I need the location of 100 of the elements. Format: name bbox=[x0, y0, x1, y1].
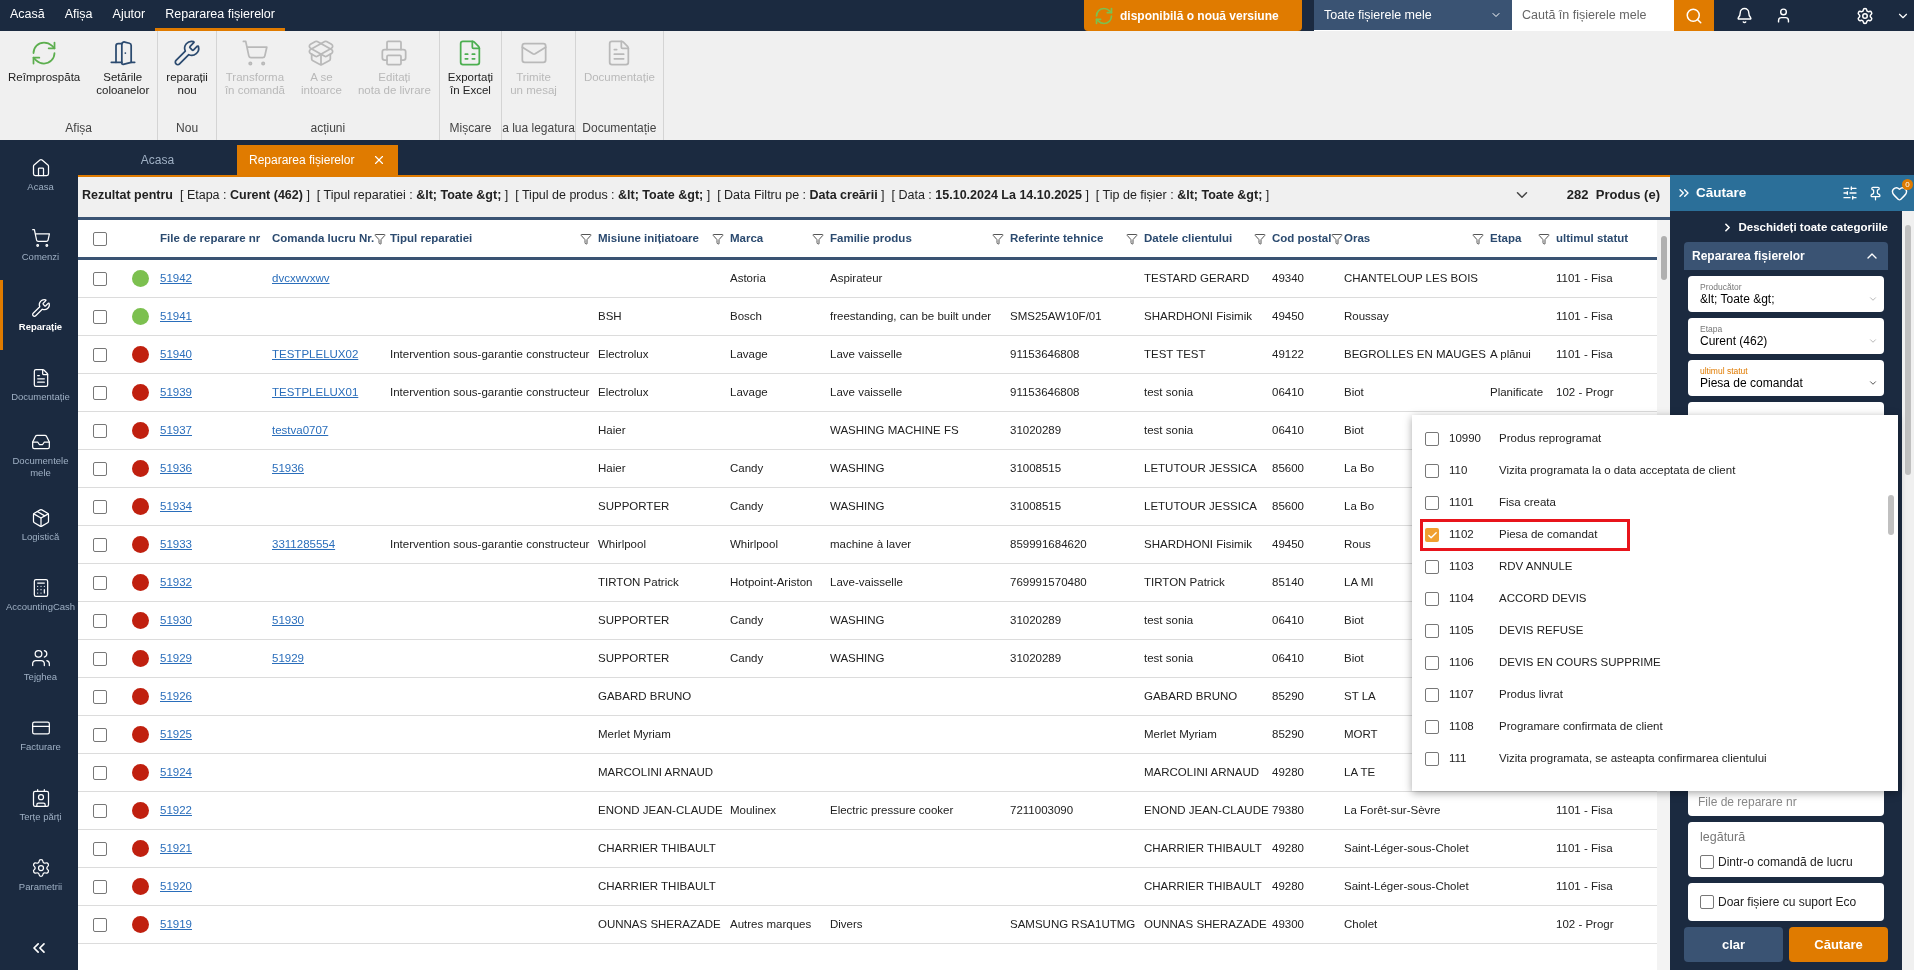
column-header[interactable]: Oras bbox=[1342, 229, 1488, 248]
checkbox[interactable] bbox=[1425, 752, 1439, 766]
filter-icon[interactable] bbox=[1126, 232, 1138, 245]
select-field[interactable]: ultimul statut Piesa de comandat bbox=[1688, 360, 1884, 397]
row-checkbox[interactable] bbox=[93, 727, 107, 742]
section-header[interactable]: Repararea fișierelor bbox=[1684, 242, 1888, 271]
sidebar-item[interactable]: Terțe părți bbox=[0, 770, 78, 840]
checkbox[interactable] bbox=[1700, 855, 1714, 869]
filter-icon[interactable] bbox=[374, 232, 387, 245]
sidebar-item[interactable]: Parametrii bbox=[0, 840, 78, 910]
checkbox[interactable] bbox=[1425, 560, 1439, 574]
status-option[interactable]: 1102 Piesa de comandat bbox=[1420, 519, 1630, 551]
record-link[interactable]: 3311285554 bbox=[272, 535, 336, 554]
record-link[interactable]: 51942 bbox=[160, 269, 192, 288]
column-header[interactable]: Cod postal bbox=[1270, 229, 1342, 248]
record-link[interactable]: 51929 bbox=[160, 649, 192, 668]
sliders-icon[interactable] bbox=[1842, 185, 1858, 201]
record-link[interactable]: 51936 bbox=[272, 459, 304, 478]
select-all-checkbox[interactable] bbox=[93, 231, 107, 246]
row-checkbox[interactable] bbox=[93, 879, 107, 894]
record-link[interactable]: TESTPLELUX01 bbox=[272, 383, 359, 402]
record-link[interactable]: 51919 bbox=[160, 915, 192, 934]
record-link[interactable]: 51934 bbox=[160, 497, 192, 516]
record-link[interactable]: 51936 bbox=[160, 459, 192, 478]
record-link[interactable]: 51921 bbox=[160, 839, 192, 858]
record-link[interactable]: 51941 bbox=[160, 307, 192, 326]
heart-icon[interactable] bbox=[1891, 184, 1908, 202]
status-option[interactable]: 1103 RDV ANNULE bbox=[1420, 551, 1884, 583]
sidebar-item[interactable]: Comenzi bbox=[0, 210, 78, 280]
checkbox[interactable] bbox=[1425, 496, 1439, 510]
column-header[interactable]: Comanda lucru Nr. bbox=[270, 229, 388, 248]
record-link[interactable]: 51920 bbox=[160, 877, 192, 896]
record-link[interactable]: 51933 bbox=[160, 535, 192, 554]
scrollbar[interactable] bbox=[1902, 211, 1914, 970]
filter-icon[interactable] bbox=[580, 232, 592, 245]
row-checkbox[interactable] bbox=[93, 841, 107, 856]
ribbon-button[interactable]: Reîmprospăta bbox=[0, 31, 89, 119]
scope-select[interactable]: Toate fișierele mele bbox=[1314, 0, 1512, 31]
sidebar-item[interactable]: Tejghea bbox=[0, 630, 78, 700]
record-link[interactable]: 51922 bbox=[160, 801, 192, 820]
record-link[interactable]: testva0707 bbox=[272, 421, 329, 440]
menu-item[interactable]: Ajutor bbox=[102, 0, 156, 31]
row-checkbox[interactable] bbox=[93, 309, 107, 324]
status-option[interactable]: 1108 Programare confirmata de client bbox=[1420, 711, 1884, 743]
column-header[interactable]: Misiune inițiatoare bbox=[596, 229, 728, 248]
checkbox[interactable] bbox=[1425, 592, 1439, 606]
row-checkbox[interactable] bbox=[93, 575, 107, 590]
column-header[interactable]: Familie produs bbox=[828, 229, 1008, 248]
search-button[interactable] bbox=[1674, 0, 1714, 31]
user-icon[interactable] bbox=[1775, 7, 1792, 24]
status-option[interactable]: 1106 DEVIS EN COURS SUPPRIME bbox=[1420, 647, 1884, 679]
row-checkbox[interactable] bbox=[93, 499, 107, 514]
row-checkbox[interactable] bbox=[93, 803, 107, 818]
record-link[interactable]: 51932 bbox=[160, 573, 192, 592]
row-checkbox[interactable] bbox=[93, 385, 107, 400]
filter-icon[interactable] bbox=[1254, 232, 1266, 245]
row-checkbox[interactable] bbox=[93, 271, 107, 286]
status-option[interactable]: 1105 DEVIS REFUSE bbox=[1420, 615, 1884, 647]
ribbon-button[interactable]: Exportați în Excel bbox=[439, 31, 502, 119]
sidebar-item[interactable]: Logistică bbox=[0, 490, 78, 560]
column-header[interactable]: ultimul statut bbox=[1554, 229, 1634, 248]
menu-item[interactable]: Afișa bbox=[54, 0, 103, 31]
row-checkbox[interactable] bbox=[93, 651, 107, 666]
clear-button[interactable]: clar bbox=[1684, 927, 1783, 962]
record-link[interactable]: 51930 bbox=[272, 611, 304, 630]
checkbox[interactable] bbox=[1425, 688, 1439, 702]
ribbon-button[interactable]: Setările coloanelor bbox=[88, 31, 158, 119]
filter-icon[interactable] bbox=[1331, 232, 1344, 245]
row-checkbox[interactable] bbox=[93, 461, 107, 476]
row-checkbox[interactable] bbox=[93, 765, 107, 780]
ribbon-button[interactable]: reparații nou bbox=[158, 31, 216, 119]
filter-icon[interactable] bbox=[812, 232, 824, 245]
record-link[interactable]: 51925 bbox=[160, 725, 192, 744]
record-link[interactable]: TESTPLELUX02 bbox=[272, 345, 359, 364]
search-field[interactable]: Caută în fișierele mele bbox=[1512, 0, 1674, 31]
row-checkbox[interactable] bbox=[93, 689, 107, 704]
status-option[interactable]: 1107 Produs livrat bbox=[1420, 679, 1884, 711]
column-header[interactable]: Etapa bbox=[1488, 229, 1554, 248]
record-link[interactable]: 51939 bbox=[160, 383, 192, 402]
filter-icon[interactable] bbox=[992, 232, 1004, 245]
column-header[interactable]: Referinte tehnice bbox=[1008, 229, 1142, 248]
sidebar-item[interactable]: Facturare bbox=[0, 700, 78, 770]
settings-icon[interactable] bbox=[1856, 6, 1874, 25]
filter-icon[interactable] bbox=[712, 232, 724, 245]
checkbox[interactable] bbox=[1425, 720, 1439, 734]
bell-icon[interactable] bbox=[1736, 7, 1753, 24]
select-field[interactable]: Etapa Curent (462) bbox=[1688, 318, 1884, 355]
filter-icon[interactable] bbox=[1472, 232, 1484, 245]
column-header[interactable]: Datele clientului bbox=[1142, 229, 1270, 248]
tab[interactable]: Acasa bbox=[78, 145, 237, 175]
checkbox[interactable] bbox=[1425, 624, 1439, 638]
sidebar-item[interactable]: Acasa bbox=[0, 140, 78, 210]
row-checkbox[interactable] bbox=[93, 613, 107, 628]
expand-all-link[interactable]: Deschideți toate categoriile bbox=[1738, 219, 1888, 237]
record-link[interactable]: 51930 bbox=[160, 611, 192, 630]
status-option[interactable]: 110 Vizita programata la o data acceptata de client bbox=[1420, 455, 1884, 487]
row-checkbox[interactable] bbox=[93, 917, 107, 932]
row-checkbox[interactable] bbox=[93, 537, 107, 552]
status-option[interactable]: 1104 ACCORD DEVIS bbox=[1420, 583, 1884, 615]
sidebar-item[interactable]: Documentație bbox=[0, 350, 78, 420]
